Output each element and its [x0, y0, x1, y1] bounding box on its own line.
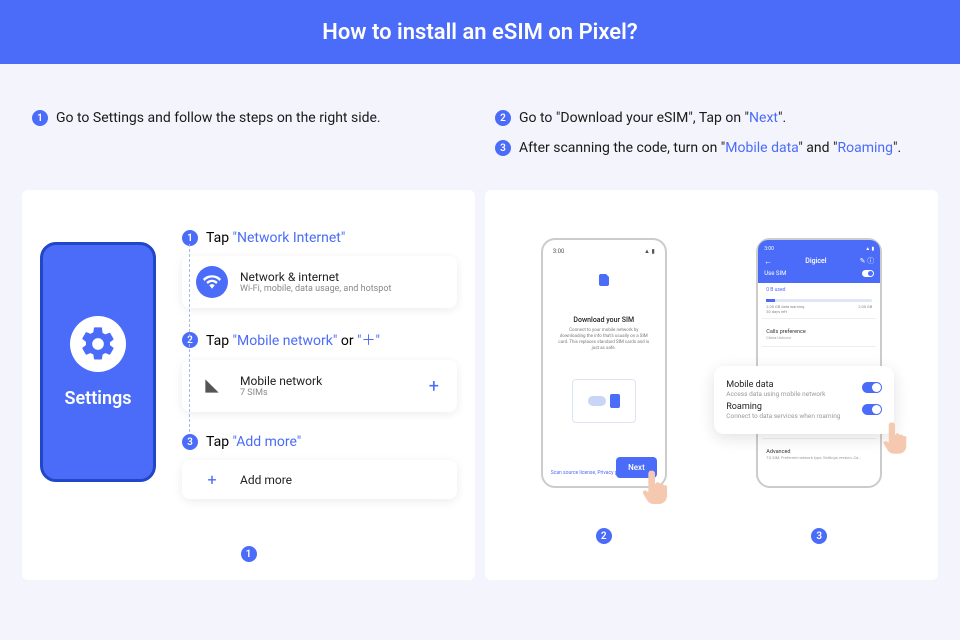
use-sim-label: Use SIM: [764, 270, 786, 277]
intro-instructions: 1 Go to Settings and follow the steps on…: [0, 64, 960, 190]
step-1-badge: 1: [182, 230, 198, 246]
panel-1-badge: 1: [241, 546, 257, 562]
phone-col-settings: 3:00▲ ▮ ←Digicel✎ ⓘ Use SIM 0 B used 2.0…: [719, 208, 921, 562]
step-3-badge: 3: [182, 434, 198, 450]
toggles-overlay: Mobile data Access data using mobile net…: [714, 366, 894, 434]
cloud-icon: [588, 396, 606, 406]
highlight-roaming: Roaming: [837, 140, 893, 156]
steps-column: 1 Tap "Network Internet" Network & inter…: [182, 208, 457, 562]
num-badge-2: 2: [495, 110, 511, 126]
roaming-row[interactable]: Roaming Connect to data services when ro…: [726, 402, 882, 420]
signal-icon: [196, 370, 228, 402]
step-1-quote: "Network Internet": [233, 230, 346, 246]
settings-label: Settings: [65, 388, 132, 409]
roaming-sub: Connect to data services when roaming: [726, 412, 840, 420]
advanced-row[interactable]: AdvancedTG SIM, Preferred network type, …: [762, 443, 876, 462]
calls-pref-row[interactable]: Calls preferenceChina Unicom: [762, 323, 876, 342]
plus-icon[interactable]: +: [429, 376, 443, 397]
num-badge-1: 1: [32, 110, 48, 126]
phone-col-download: 3:00▲ ▮ Download your SIM Connect to you…: [503, 208, 705, 562]
step-2-quote: "Mobile network": [233, 333, 338, 349]
panel-grid: Settings 1 Tap "Network Internet" Networ…: [0, 190, 960, 580]
roaming-toggle[interactable]: [862, 404, 882, 415]
roaming-title: Roaming: [726, 402, 840, 412]
step-2-quote2: "＋": [357, 333, 380, 349]
instruction-3: 3 After scanning the code, turn on "Mobi…: [495, 140, 918, 156]
add-more-card[interactable]: + Add more: [182, 460, 457, 499]
network-card-title: Network & internet: [240, 270, 391, 284]
gear-icon: [70, 316, 126, 372]
mobile-data-toggle[interactable]: [862, 382, 882, 393]
intro-right: 2 Go to "Download your eSIM", Tap on "Ne…: [495, 110, 918, 170]
instruction-1: 1 Go to Settings and follow the steps on…: [32, 110, 455, 126]
panel-3-badge: 3: [811, 528, 827, 544]
plus-icon: +: [196, 470, 228, 489]
panel-2-badge: 2: [596, 528, 612, 544]
step-3-label: 3 Tap "Add more": [182, 434, 457, 450]
instruction-3-text: After scanning the code, turn on "Mobile…: [519, 140, 901, 156]
highlight-mobile-data: Mobile data: [725, 140, 798, 156]
add-more-title: Add more: [240, 473, 292, 487]
step-2-badge: 2: [182, 332, 198, 348]
panel-left: Settings 1 Tap "Network Internet" Networ…: [22, 190, 475, 580]
hand-pointer-icon: [639, 468, 671, 508]
mobile-card-title: Mobile network: [240, 374, 322, 388]
cloud-sim-illustration: [572, 379, 636, 423]
sim-card-icon: [549, 271, 659, 290]
download-sim-desc: Connect to your mobile network by downlo…: [557, 328, 651, 351]
mobile-data-sub: Access data using mobile network: [726, 390, 825, 398]
page-title: How to install an eSIM on Pixel?: [322, 20, 637, 45]
step-1-label: 1 Tap "Network Internet": [182, 230, 457, 246]
download-sim-title: Download your SIM: [549, 316, 659, 324]
step-2-label: 2 Tap "Mobile network" or "＋": [182, 330, 457, 350]
panel-right: 3:00▲ ▮ Download your SIM Connect to you…: [485, 190, 938, 580]
step-connector-line: [189, 244, 190, 432]
page-header: How to install an eSIM on Pixel?: [0, 0, 960, 64]
step-3-quote: "Add more": [233, 434, 302, 450]
carrier-name: Digicel: [805, 257, 826, 265]
mobile-data-title: Mobile data: [726, 380, 825, 390]
highlight-next: Next: [749, 110, 778, 126]
sim-icon: [610, 394, 620, 408]
settings-phone-mock: Settings: [40, 242, 156, 482]
usage-left: 0 B used: [762, 283, 876, 293]
data-settings-phone: 3:00▲ ▮ ←Digicel✎ ⓘ Use SIM 0 B used 2.0…: [756, 238, 882, 488]
wifi-icon: [196, 266, 228, 298]
network-card-sub: Wi-Fi, mobile, data usage, and hotspot: [240, 284, 391, 294]
mobile-network-card[interactable]: Mobile network 7 SIMs +: [182, 360, 457, 412]
data-usage-bar: [766, 299, 872, 302]
hand-pointer-icon: [880, 420, 910, 456]
network-internet-card[interactable]: Network & internet Wi-Fi, mobile, data u…: [182, 256, 457, 308]
num-badge-3: 3: [495, 140, 511, 156]
intro-left: 1 Go to Settings and follow the steps on…: [32, 110, 455, 170]
instruction-2: 2 Go to "Download your eSIM", Tap on "Ne…: [495, 110, 918, 126]
license-links: Scan source license, Privacy path: [551, 470, 625, 476]
use-sim-toggle[interactable]: [862, 270, 874, 277]
mobile-data-row[interactable]: Mobile data Access data using mobile net…: [726, 380, 882, 398]
instruction-2-text: Go to "Download your eSIM", Tap on "Next…: [519, 110, 786, 126]
phone2-header: 3:00▲ ▮ ←Digicel✎ ⓘ Use SIM: [758, 240, 880, 283]
instruction-1-text: Go to Settings and follow the steps on t…: [56, 110, 381, 126]
download-sim-phone: 3:00▲ ▮ Download your SIM Connect to you…: [541, 238, 667, 488]
mobile-card-sub: 7 SIMs: [240, 388, 322, 398]
